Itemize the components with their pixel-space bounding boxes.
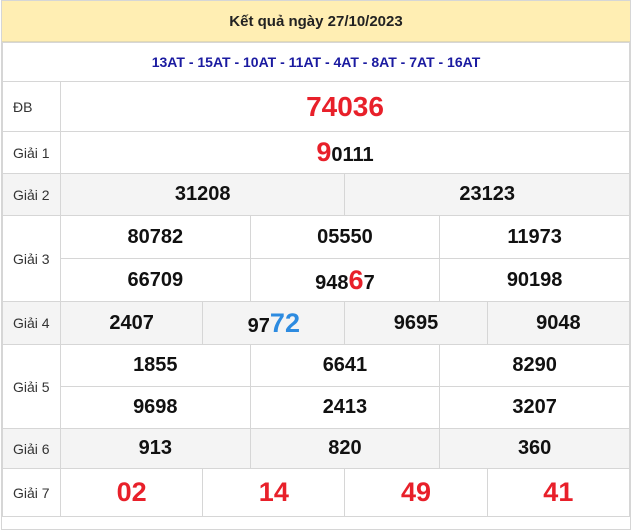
giai-3-value: 11973 [439, 215, 630, 259]
giai-2-value: 31208 [59, 173, 346, 216]
giai-4-value: 9772 [202, 301, 346, 345]
results-card: Kết quả ngày 27/10/2023 13AT - 15AT - 10… [1, 0, 631, 530]
giai-7-value: 14 [202, 468, 346, 517]
row-giai-4: Giải 4 2407 9772 9695 9048 [2, 301, 631, 345]
row-giai-3b: 66709 94867 90198 [3, 258, 630, 302]
label-giai-1: Giải 1 [2, 131, 61, 174]
giai-7-value: 49 [344, 468, 488, 517]
label-giai-5: Giải 5 [2, 344, 61, 429]
giai-5-value: 9698 [60, 386, 251, 429]
row-giai-3: Giải 3 80782 05550 11973 [2, 215, 630, 302]
codes-row: 13AT - 15AT - 10AT - 11AT - 4AT - 8AT - … [2, 42, 630, 82]
giai-5-value: 2413 [249, 386, 441, 429]
giai-3-value: 05550 [249, 215, 441, 259]
giai-4-highlight: 72 [269, 307, 300, 338]
row-special: ĐB 74036 [2, 81, 630, 132]
special-number: 74036 [306, 90, 384, 122]
giai-3-value: 90198 [439, 258, 630, 302]
giai-5-value: 6641 [249, 344, 441, 387]
giai-2-value: 23123 [344, 173, 630, 216]
giai-3-part: 7 [363, 271, 375, 294]
giai-3-value: 66709 [60, 258, 251, 302]
label-giai-2: Giải 2 [2, 173, 61, 216]
giai-6-value: 820 [249, 428, 441, 469]
giai-4-value: 9048 [486, 301, 631, 345]
row-giai-7: Giải 7 02 14 49 41 [2, 468, 631, 517]
row-giai-2: Giải 2 31208 23123 [2, 173, 630, 216]
giai-3-value: 80782 [60, 215, 251, 259]
giai-1-highlight: 9 [316, 137, 332, 167]
giai-4-part: 97 [247, 314, 270, 337]
results-table: 13AT - 15AT - 10AT - 11AT - 4AT - 8AT - … [2, 42, 631, 517]
row-giai-6: Giải 6 913 820 360 [2, 428, 630, 469]
giai-5-value: 8290 [439, 344, 630, 387]
giai-5-value: 3207 [439, 386, 630, 429]
giai-6-value: 360 [439, 428, 630, 469]
giai-4-value: 2407 [59, 301, 204, 345]
giai-4-value: 9695 [344, 301, 488, 345]
row-giai-5: Giải 5 1855 6641 8290 [2, 344, 630, 429]
giai-5-value: 1855 [60, 344, 251, 387]
giai-3-value: 94867 [249, 258, 441, 302]
row-giai-5b: 9698 2413 3207 [3, 386, 630, 429]
special-prize-value: 74036 [60, 81, 630, 132]
label-giai-6: Giải 6 [2, 428, 61, 469]
row-giai-1: Giải 1 90111 [2, 131, 630, 174]
label-special: ĐB [2, 81, 61, 132]
giai-7-value: 02 [59, 468, 204, 517]
giai-6-value: 913 [60, 428, 251, 469]
giai-3-part: 948 [315, 271, 349, 294]
results-title: Kết quả ngày 27/10/2023 [2, 1, 630, 42]
giai-1-value: 90111 [60, 131, 630, 174]
giai-3-highlight: 6 [348, 264, 364, 295]
label-giai-7: Giải 7 [2, 468, 61, 517]
label-giai-3: Giải 3 [2, 215, 61, 302]
giai-1-rest: 0111 [331, 144, 374, 166]
label-giai-4: Giải 4 [2, 301, 61, 345]
station-codes: 13AT - 15AT - 10AT - 11AT - 4AT - 8AT - … [2, 42, 630, 82]
giai-7-value: 41 [486, 468, 631, 517]
